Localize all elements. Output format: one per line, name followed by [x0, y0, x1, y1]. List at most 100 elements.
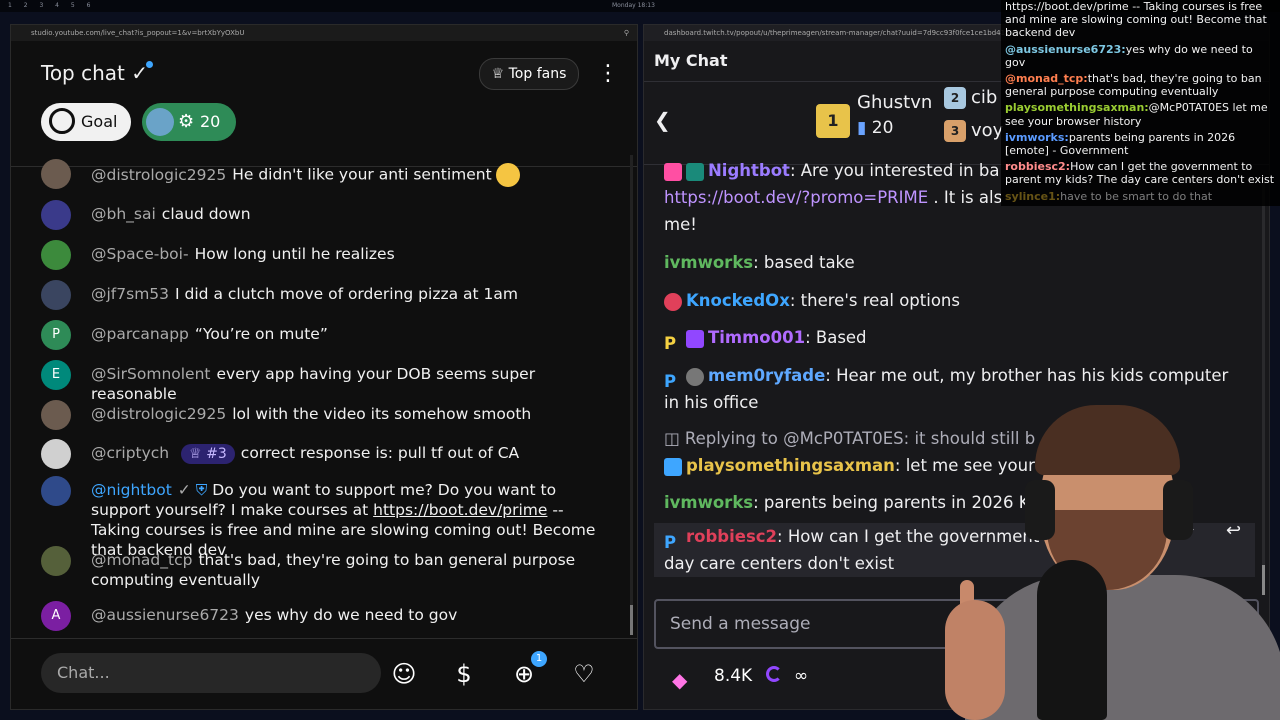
author-name[interactable]: @distrologic2925: [91, 166, 226, 184]
avatar[interactable]: P: [41, 320, 71, 350]
top-fans-label: Top fans: [508, 66, 567, 82]
p-badge-icon: P: [664, 333, 677, 353]
p-badge-icon: P: [664, 371, 677, 391]
super-chat-icon[interactable]: $: [449, 659, 479, 689]
microphone: [1037, 560, 1107, 720]
moderator-badge-icon: [686, 162, 704, 181]
twitch-url: dashboard.twitch.tv/popout/u/theprimeage…: [664, 29, 1017, 37]
avatar[interactable]: [41, 280, 71, 310]
streamer-webcam: [935, 400, 1280, 720]
chevron-left-icon[interactable]: ❮: [654, 108, 671, 132]
chat-username[interactable]: playsomethingsaxman: [686, 456, 895, 475]
add-icon[interactable]: ⊕ 1: [509, 651, 547, 689]
chat-mode-selector[interactable]: Top chat ✓: [41, 61, 154, 85]
streamer-hand: [945, 600, 1005, 720]
goal-button[interactable]: Goal: [41, 103, 131, 141]
overlay-chat-line: robbiesc2:How can I get the government t…: [1005, 160, 1276, 186]
overlay-chat-line: https://boot.dev/prime -- Taking courses…: [1005, 0, 1276, 40]
leader-name-2[interactable]: cib: [971, 87, 997, 108]
goal-label: Goal: [81, 112, 118, 131]
streamer-shirt: [965, 575, 1280, 720]
message-text: I did a clutch move of ordering pizza at…: [175, 285, 518, 303]
crown-icon: ♕: [491, 66, 505, 82]
overlay-chat-line: @aussienurse6723:yes why do we need to g…: [1005, 43, 1276, 69]
members-icon: ⚙: [178, 111, 195, 132]
leader-name[interactable]: Ghustvn: [857, 92, 932, 113]
emoji-icon[interactable]: ☺: [389, 659, 419, 689]
notification-dot: [146, 61, 154, 68]
p-badge-icon: P: [664, 532, 677, 552]
chat-username[interactable]: KnockedOx: [686, 291, 790, 310]
avatar[interactable]: [41, 546, 71, 576]
avatar[interactable]: [41, 476, 71, 506]
author-name[interactable]: @aussienurse6723: [91, 606, 239, 624]
list-item: P Timmo001: Based: [664, 324, 1249, 353]
message-text: He didn't like your anti sentiment: [232, 165, 492, 184]
chat-username[interactable]: robbiesc2: [686, 527, 777, 546]
chat-username[interactable]: mem0ryfade: [708, 366, 825, 385]
workspace-indicator[interactable]: 1 2 3 4 5 6: [8, 2, 95, 9]
channel-points-value[interactable]: 8.4K: [714, 661, 774, 691]
author-name[interactable]: @criptych: [91, 444, 169, 462]
scrollbar[interactable]: [630, 155, 633, 635]
reply-icon: ◫: [664, 429, 680, 448]
avatar[interactable]: E: [41, 360, 71, 390]
chat-text: : Hear me out, my brother has his kids c…: [825, 366, 1229, 385]
author-name[interactable]: @parcanapp: [91, 325, 189, 343]
avatar[interactable]: [41, 439, 71, 469]
message-text: yes why do we need to gov: [244, 606, 458, 624]
author-name[interactable]: @Space-boi-: [91, 245, 189, 263]
avatar[interactable]: [41, 240, 71, 270]
second-place-gift-icon: 2: [944, 87, 966, 109]
youtube-chat-footer: Chat... ☺ $ ⊕ 1 ♡: [11, 638, 637, 709]
scrollbar-thumb[interactable]: [630, 605, 633, 635]
youtube-chat-window: studio.youtube.com/live_chat?is_popout=1…: [10, 24, 638, 710]
author-name[interactable]: @monad_tcp: [91, 551, 192, 569]
author-name[interactable]: @distrologic2925: [91, 405, 226, 423]
promo-link[interactable]: https://boot.dev/?promo=PRIME: [664, 188, 928, 207]
crown-badge-icon: [664, 457, 682, 476]
chat-input[interactable]: Chat...: [41, 653, 381, 693]
top-fans-button[interactable]: ♕ Top fans: [479, 58, 579, 90]
chat-text: : Are you interested in ba: [789, 161, 1000, 180]
overlay-chat: https://boot.dev/prime -- Taking courses…: [1001, 0, 1280, 206]
goal-icon: [49, 108, 75, 134]
avatar[interactable]: A: [41, 601, 71, 631]
chat-username[interactable]: ivmworks: [664, 493, 753, 512]
overlay-user: @aussienurse6723:: [1005, 42, 1126, 56]
message-text: How long until he realizes: [194, 245, 395, 263]
chat-text: : based take: [753, 253, 855, 272]
leader-count: ▮ 20: [857, 118, 893, 138]
hype-ring-icon: [766, 666, 782, 682]
leader-name-3[interactable]: voy: [971, 120, 1003, 141]
youtube-message-list[interactable]: @distrologic2925 He didn't like your anti…: [11, 153, 637, 633]
avatar[interactable]: [41, 400, 71, 430]
headphone-left: [1025, 480, 1055, 540]
message-text: claud down: [161, 205, 251, 223]
heart-icon[interactable]: ♡: [569, 659, 599, 689]
youtube-url-bar[interactable]: studio.youtube.com/live_chat?is_popout=1…: [11, 25, 637, 41]
members-button[interactable]: ⚙ 20: [142, 103, 236, 141]
more-options-icon[interactable]: ⋮: [597, 61, 619, 86]
search-icon[interactable]: ⚲: [624, 25, 629, 41]
infinity-label: ∞: [794, 666, 809, 686]
sweat-smile-emoji-icon: [495, 163, 520, 187]
author-name[interactable]: @nightbot: [91, 481, 172, 499]
overlay-user: sylince1:: [1005, 189, 1061, 203]
avatar[interactable]: [41, 159, 71, 189]
channel-points-icon[interactable]: ◆: [672, 665, 687, 695]
chat-username[interactable]: Timmo001: [708, 328, 805, 347]
author-name[interactable]: @SirSomnolent: [91, 365, 211, 383]
first-place-gift-icon: 1: [816, 104, 850, 138]
chat-username[interactable]: Nightbot: [708, 161, 790, 180]
verified-icon: ✓: [177, 481, 191, 499]
clock: Monday 18:13: [612, 2, 655, 9]
prime-badge-icon: [686, 329, 704, 348]
author-name[interactable]: @bh_sai: [91, 205, 156, 223]
author-name[interactable]: @jf7sm53: [91, 285, 169, 303]
chat-text-2: . It is als: [933, 188, 1003, 207]
avatar[interactable]: [41, 200, 71, 230]
boot-dev-link[interactable]: https://boot.dev/prime: [373, 501, 547, 519]
chat-username[interactable]: ivmworks: [664, 253, 753, 272]
overlay-chat-line: playsomethingsaxman:@McP0TAT0ES let me s…: [1005, 101, 1276, 127]
